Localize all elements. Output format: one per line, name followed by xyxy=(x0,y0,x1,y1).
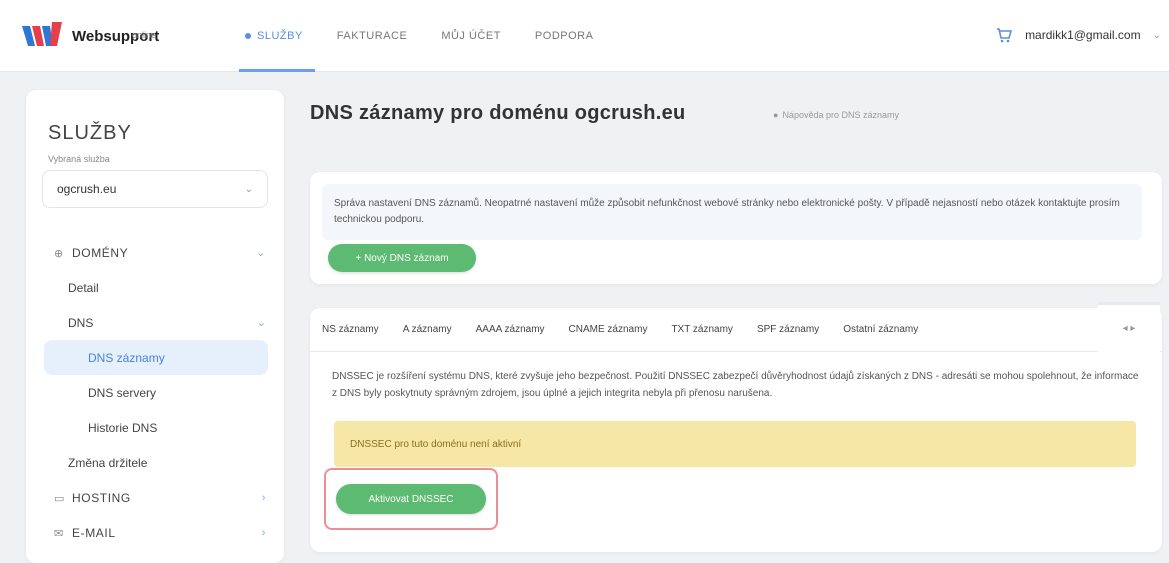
tab-aaaa[interactable]: AAAA záznamy xyxy=(476,324,545,335)
sidebar-item-dns[interactable]: DNS ⌄ xyxy=(26,305,284,340)
tab-dnssec[interactable]: ◂ ▸ xyxy=(1098,302,1160,352)
domain-select[interactable]: ogcrush.eu ⌄ xyxy=(42,170,268,208)
dnssec-warning: DNSSEC pro tuto doménu není aktivní xyxy=(334,421,1136,467)
sidebar-item-label: Detail xyxy=(68,280,99,295)
nav-label: FAKTURACE xyxy=(336,30,408,42)
user-area: mardikk1@gmail.com ⌄ xyxy=(995,26,1161,44)
nav-item-muj-ucet[interactable]: MŮJ ÚČET xyxy=(441,0,501,72)
logo-subtitle: online xyxy=(132,30,157,40)
page-title: DNS záznamy pro doménu ogcrush.eu xyxy=(310,102,686,124)
tab-ns[interactable]: NS záznamy xyxy=(322,324,379,335)
sidebar-item-dns-servery[interactable]: DNS servery xyxy=(26,375,284,410)
sidebar-item-label: DNS záznamy xyxy=(88,350,165,365)
info-box: Správa nastavení DNS záznamů. Neopatrné … xyxy=(322,184,1142,240)
nav-label: PODPORA xyxy=(534,30,594,42)
chevron-down-icon[interactable]: ⌄ xyxy=(1153,30,1161,41)
chevron-down-icon: ⌄ xyxy=(256,247,266,259)
help-link[interactable]: ● Nápověda pro DNS záznamy xyxy=(773,110,899,120)
dnssec-description: DNSSEC je rozšíření systému DNS, které z… xyxy=(332,371,1139,399)
sidebar-title: SLUŽBY xyxy=(48,122,132,144)
nav-item-podpora[interactable]: PODPORA xyxy=(535,0,594,72)
nav-item-fakturace[interactable]: FAKTURACE xyxy=(337,0,408,72)
main-nav: SLUŽBY FAKTURACE MŮJ ÚČET PODPORA xyxy=(239,0,594,72)
sidebar-item-label: DNS xyxy=(68,315,94,330)
mail-icon: ✉ xyxy=(54,527,64,540)
domain-select-value: ogcrush.eu xyxy=(57,182,117,196)
tab-other[interactable]: Ostatní záznamy xyxy=(843,324,918,335)
sidebar-item-label: E-MAIL xyxy=(72,525,116,540)
globe-icon: ⊕ xyxy=(54,247,64,260)
info-card: Správa nastavení DNS záznamů. Neopatrné … xyxy=(310,172,1162,284)
top-bar: Websupport online SLUŽBY FAKTURACE MŮJ Ú… xyxy=(0,0,1169,72)
nav-label: MŮJ ÚČET xyxy=(441,30,501,42)
tab-txt[interactable]: TXT záznamy xyxy=(671,324,733,335)
highlight-box xyxy=(324,468,498,530)
cart-icon[interactable] xyxy=(995,26,1013,44)
chevron-down-icon: ⌄ xyxy=(256,317,266,329)
help-link-label: Nápověda pro DNS záznamy xyxy=(782,110,899,120)
sidebar-item-historie-dns[interactable]: Historie DNS xyxy=(26,410,284,445)
sidebar-subtitle: Vybraná služba xyxy=(48,154,110,164)
chevron-right-icon: › xyxy=(261,526,266,539)
help-icon: ● xyxy=(773,110,779,120)
sidebar-item-detail[interactable]: Detail xyxy=(26,270,284,305)
sidebar: SLUŽBY Vybraná služba ogcrush.eu ⌄ ⊕ DOMÉ… xyxy=(26,90,284,563)
sidebar-item-label: DOMÉNY xyxy=(72,245,129,260)
record-tabs: NS záznamy A záznamy AAAA záznamy CNAME … xyxy=(310,302,1162,352)
sidebar-item-domeny[interactable]: ⊕ DOMÉNY ⌄ xyxy=(26,235,284,270)
sidebar-item-label: HOSTING xyxy=(72,490,131,505)
active-dot-icon xyxy=(245,33,251,39)
logo-icon xyxy=(22,22,62,46)
tab-cname[interactable]: CNAME záznamy xyxy=(569,324,648,335)
sidebar-item-label: DNS servery xyxy=(88,385,157,400)
chevron-right-icon: › xyxy=(261,491,266,504)
sidebar-item-zmena-drzitele[interactable]: Změna držitele xyxy=(26,445,284,480)
user-email[interactable]: mardikk1@gmail.com xyxy=(1025,28,1141,42)
sidebar-item-email[interactable]: ✉ E-MAIL › xyxy=(26,515,284,550)
sidebar-item-label: Historie DNS xyxy=(88,420,158,435)
sidebar-item-hosting[interactable]: ▭ HOSTING › xyxy=(26,480,284,515)
nav-item-sluzby[interactable]: SLUŽBY xyxy=(239,0,315,72)
new-dns-record-button[interactable]: + Nový DNS záznam xyxy=(328,244,476,272)
nav-label: SLUŽBY xyxy=(257,30,303,42)
sidebar-item-dns-zaznamy[interactable]: DNS záznamy xyxy=(44,340,268,375)
sidebar-menu: ⊕ DOMÉNY ⌄ Detail DNS ⌄ DNS záznamy DNS s… xyxy=(26,235,284,550)
sidebar-item-label: Změna držitele xyxy=(68,455,148,470)
tab-a[interactable]: A záznamy xyxy=(403,324,452,335)
chevron-down-icon: ⌄ xyxy=(244,183,253,195)
server-icon: ▭ xyxy=(54,492,65,505)
tab-spf[interactable]: SPF záznamy xyxy=(757,324,819,335)
